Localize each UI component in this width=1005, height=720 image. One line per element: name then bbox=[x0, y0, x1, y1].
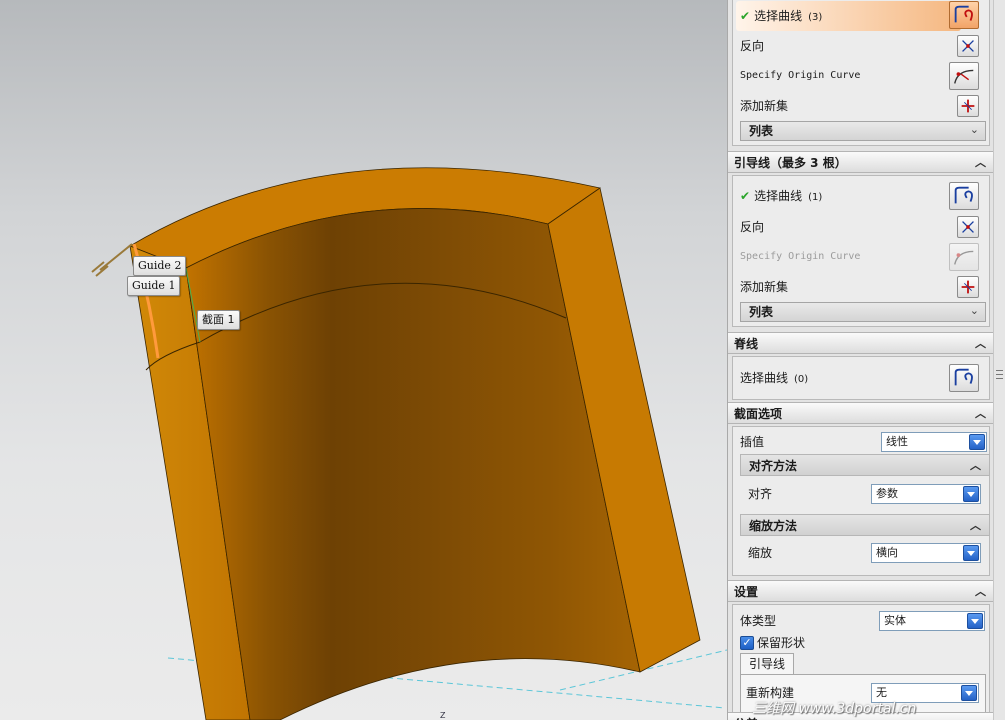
add-set-icon[interactable] bbox=[957, 276, 979, 298]
resource-bar-edge[interactable] bbox=[993, 0, 1005, 720]
drag-handle-icon[interactable] bbox=[996, 370, 1003, 379]
interp-label: 插值 bbox=[740, 435, 765, 449]
dropdown-arrow-icon bbox=[963, 545, 979, 561]
axis-label: Z bbox=[440, 711, 446, 720]
section-options-group: 插值 线性 对齐方法 ︿ 对齐 参数 缩放方法 ︿ 缩放 横向 bbox=[732, 426, 990, 576]
spine-select-curve-icon[interactable] bbox=[949, 364, 979, 392]
guide-group: ✔ 选择曲线 (1) 反向 Specify Origin Curve 添加新集 列表… bbox=[732, 175, 990, 327]
reverse-direction-icon[interactable] bbox=[957, 35, 979, 57]
guide-select-curve-icon[interactable] bbox=[949, 182, 979, 210]
select-curve-row[interactable]: ✔ 选择曲线 (3) bbox=[736, 1, 961, 31]
select-curve-icon[interactable] bbox=[949, 1, 979, 29]
reverse-direction-icon[interactable] bbox=[957, 216, 979, 238]
guide-list-toggle[interactable]: 列表 ⌄ bbox=[740, 302, 986, 322]
dropdown-arrow-icon bbox=[969, 434, 985, 450]
chevron-down-icon: ⌄ bbox=[969, 123, 979, 136]
scale-method-header[interactable]: 缩放方法 ︿ bbox=[740, 514, 990, 536]
graphics-viewport[interactable]: Z Guide 2 Guide 1 截面 1 bbox=[0, 0, 727, 720]
section-group: ✔ 选择曲线 (3) 反向 Specify Origin Curve 添加新集 列表… bbox=[732, 0, 990, 146]
section-options-header[interactable]: 截面选项 ︿ bbox=[728, 402, 993, 424]
collapse-icon: ︿ bbox=[975, 156, 986, 169]
add-new-set-label: 添加新集 bbox=[740, 99, 789, 113]
keep-shape-label: 保留形状 bbox=[757, 636, 806, 650]
sweep-dialog-panel: ✔ 选择曲线 (3) 反向 Specify Origin Curve 添加新集 列表… bbox=[727, 0, 993, 720]
guide-direction-arrow bbox=[91, 243, 133, 277]
list-toggle[interactable]: 列表 ⌄ bbox=[740, 121, 986, 141]
origin-curve-label: Specify Origin Curve bbox=[740, 70, 861, 81]
align-select[interactable]: 参数 bbox=[871, 484, 981, 504]
add-set-icon[interactable] bbox=[957, 95, 979, 117]
body-type-select[interactable]: 实体 bbox=[879, 611, 985, 631]
collapse-icon: ︿ bbox=[975, 407, 986, 420]
collapse-icon: ︿ bbox=[970, 459, 981, 472]
guide-reverse-label: 反向 bbox=[740, 220, 765, 234]
guide-2-label[interactable]: Guide 2 bbox=[133, 256, 187, 276]
scale-select[interactable]: 横向 bbox=[871, 543, 981, 563]
check-icon: ✔ bbox=[740, 189, 751, 203]
scale-label: 缩放 bbox=[748, 546, 773, 560]
spine-group: 选择曲线 (0) bbox=[732, 356, 990, 400]
watermark: 三维网 www.3dportal.cn bbox=[752, 701, 917, 717]
dropdown-arrow-icon bbox=[961, 685, 977, 701]
align-method-header[interactable]: 对齐方法 ︿ bbox=[740, 454, 990, 476]
interp-select[interactable]: 线性 bbox=[881, 432, 987, 452]
guide-origin-curve-label: Specify Origin Curve bbox=[740, 251, 861, 262]
guide-section-header[interactable]: 引导线（最多 3 根） ︿ bbox=[728, 151, 993, 173]
spine-select-curve-row[interactable]: 选择曲线 (0) bbox=[740, 366, 808, 390]
origin-curve-icon[interactable] bbox=[949, 62, 979, 90]
reverse-label: 反向 bbox=[740, 39, 765, 53]
collapse-icon: ︿ bbox=[970, 519, 981, 532]
check-icon: ✔ bbox=[740, 9, 751, 23]
settings-header[interactable]: 设置 ︿ bbox=[728, 580, 993, 602]
section-1-label[interactable]: 截面 1 bbox=[197, 310, 240, 330]
collapse-icon: ︿ bbox=[975, 337, 986, 350]
collapse-icon: ︿ bbox=[975, 585, 986, 598]
tab-guide[interactable]: 引导线 bbox=[740, 653, 795, 675]
dropdown-arrow-icon bbox=[963, 486, 979, 502]
guide-1-label[interactable]: Guide 1 bbox=[127, 276, 181, 296]
guide-select-curve-row[interactable]: ✔ 选择曲线 (1) bbox=[740, 184, 822, 208]
body-type-label: 体类型 bbox=[740, 614, 777, 628]
spine-section-header[interactable]: 脊线 ︿ bbox=[728, 332, 993, 354]
align-label: 对齐 bbox=[748, 487, 773, 501]
chevron-down-icon: ⌄ bbox=[969, 304, 979, 317]
dropdown-arrow-icon bbox=[967, 613, 983, 629]
swept-solid-model[interactable]: Z bbox=[0, 0, 727, 720]
guide-add-new-set-label: 添加新集 bbox=[740, 280, 789, 294]
origin-curve-icon bbox=[949, 243, 979, 271]
keep-shape-checkbox[interactable]: ✓ bbox=[740, 636, 754, 650]
